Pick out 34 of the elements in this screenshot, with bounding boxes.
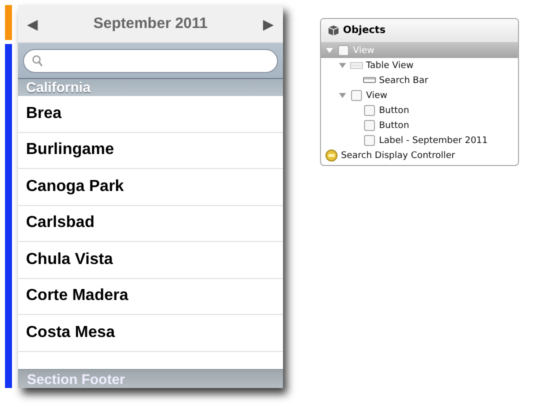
panel-title: Objects — [343, 25, 386, 36]
search-field[interactable] — [23, 48, 278, 72]
table-row[interactable]: Burlingame — [18, 132, 283, 169]
button-icon — [363, 104, 376, 117]
table-row[interactable]: Chula Vista — [18, 242, 283, 278]
tree-item[interactable]: Search Bar — [321, 73, 518, 88]
disclosure-triangle-icon[interactable] — [326, 47, 333, 54]
section-footer: Section Footer — [18, 370, 283, 388]
table-row[interactable]: Costa Mesa — [18, 315, 283, 352]
tree-item[interactable]: Search Display Controller — [321, 148, 518, 163]
disclosure-triangle-icon[interactable] — [339, 92, 346, 99]
controller-icon — [325, 149, 338, 162]
tree-item[interactable]: Label - September 2011 — [321, 133, 518, 148]
search-icon — [32, 54, 43, 66]
tree-item[interactable]: View — [321, 88, 518, 103]
next-month-button[interactable]: ▶ — [263, 16, 274, 30]
section-header: California — [18, 79, 283, 96]
label-icon — [363, 134, 376, 147]
disclosure-triangle-icon[interactable] — [339, 62, 346, 69]
tree-item[interactable]: Table View — [321, 58, 518, 73]
table-icon — [350, 59, 363, 72]
table-row[interactable]: Brea — [18, 96, 283, 132]
table-row[interactable]: Carlsbad — [18, 206, 283, 242]
table-row[interactable]: Canoga Park — [18, 169, 283, 206]
marker-bar — [5, 5, 12, 40]
month-title: September 2011 — [93, 15, 208, 32]
tree-item[interactable]: Button — [321, 103, 518, 118]
view-icon — [337, 44, 350, 57]
tree-item[interactable]: Button — [321, 118, 518, 133]
table-row[interactable]: Corte Madera — [18, 278, 283, 315]
button-icon — [363, 119, 376, 132]
view-icon — [350, 89, 363, 102]
previous-month-button[interactable]: ◀ — [27, 16, 38, 30]
cube-icon — [328, 25, 339, 36]
